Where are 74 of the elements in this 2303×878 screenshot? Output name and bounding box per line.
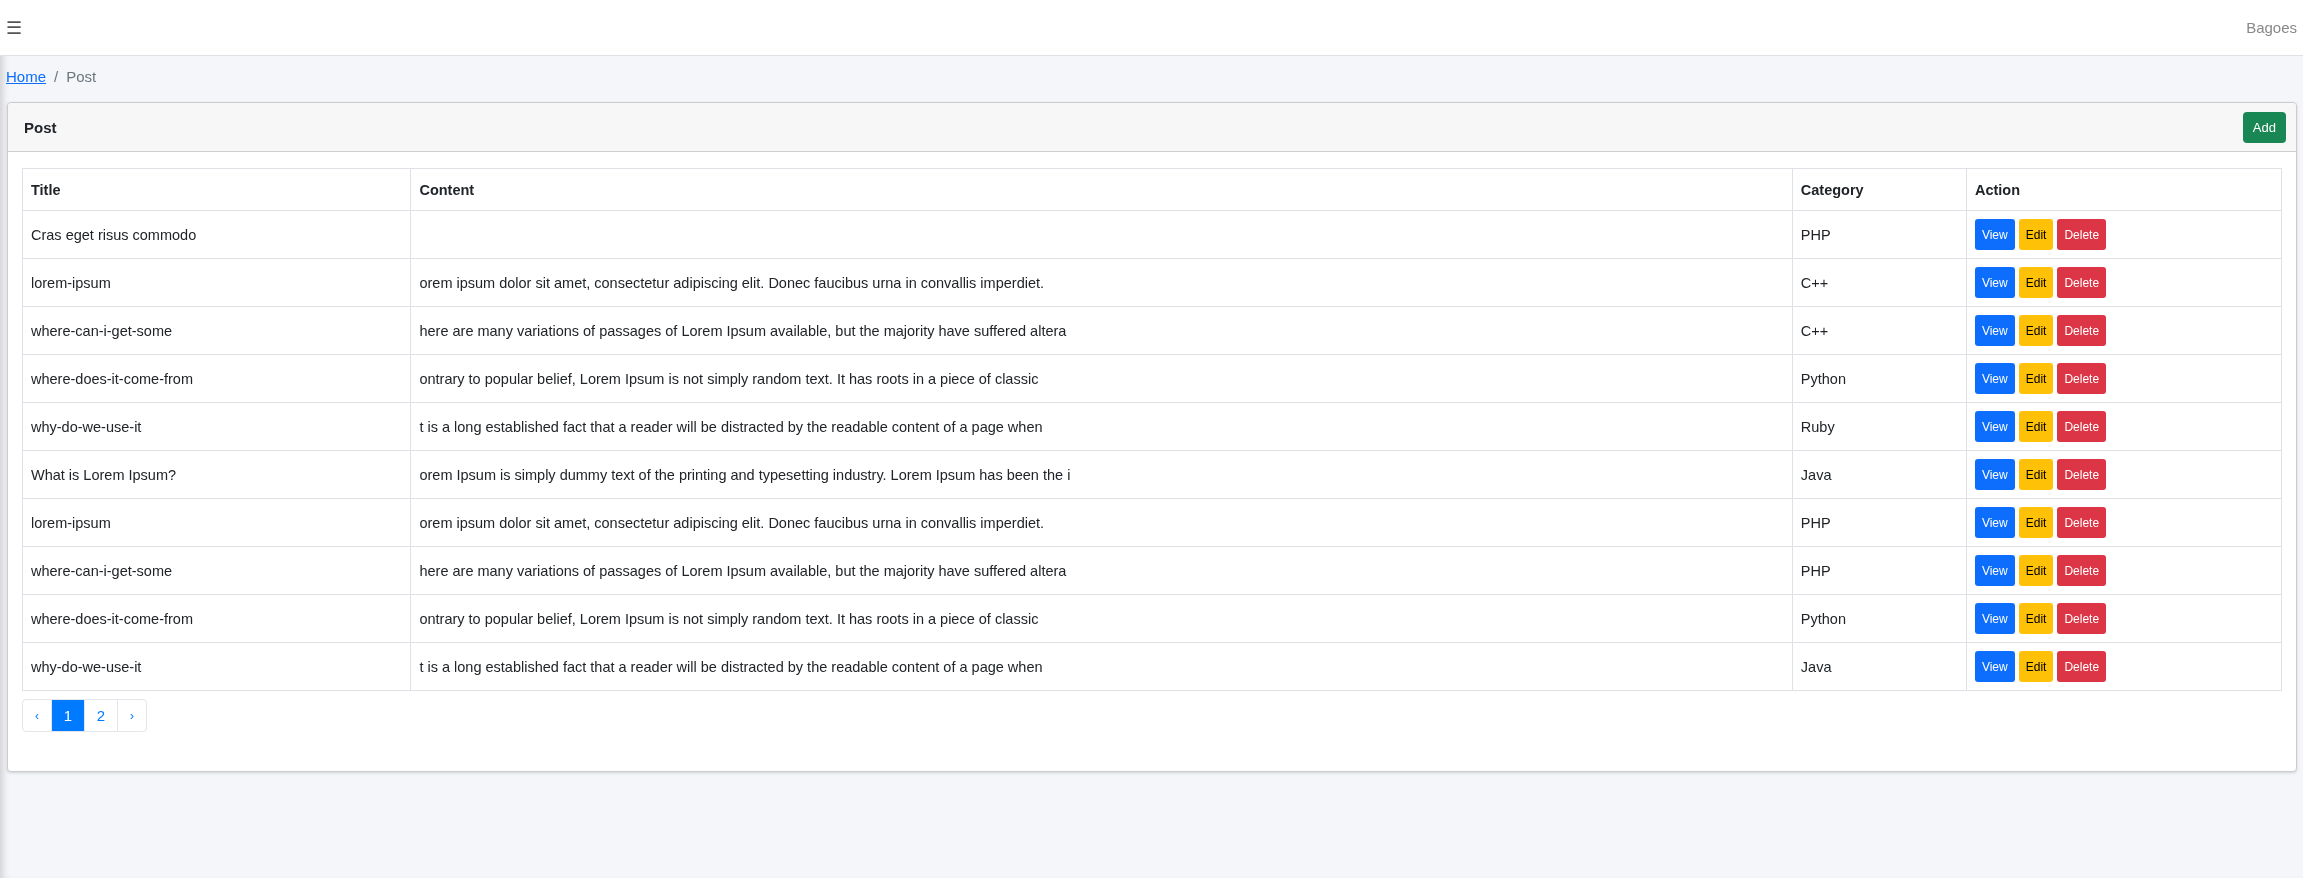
card-title: Post: [24, 118, 57, 136]
delete-button[interactable]: Delete: [2057, 555, 2107, 586]
page-link[interactable]: 2: [84, 699, 118, 732]
table-cell: lorem-ipsum: [22, 258, 411, 307]
column-header: Category: [1792, 168, 1967, 211]
table-cell: orem ipsum dolor sit amet, consectetur adipiscing elit. Donec faucibus urna in convallis imperdiet.: [410, 498, 1793, 547]
table-cell: here are many variations of passages of Lorem Ipsum available, but the majority have suffered altera: [410, 546, 1793, 595]
table-cell: t is a long established fact that a reader will be distracted by the readable content of a page when: [410, 402, 1793, 451]
table-cell: where-can-i-get-some: [22, 306, 411, 355]
table-cell: C++: [1792, 258, 1967, 307]
table-cell: C++: [1792, 306, 1967, 355]
edit-button[interactable]: Edit: [2018, 363, 2054, 394]
view-button[interactable]: View: [1974, 267, 2015, 298]
table-cell: Ruby: [1792, 402, 1967, 451]
edit-button[interactable]: Edit: [2018, 651, 2054, 682]
delete-button[interactable]: Delete: [2057, 411, 2107, 442]
table-cell: here are many variations of passages of Lorem Ipsum available, but the majority have suffered altera: [410, 306, 1793, 355]
table-cell: Python: [1792, 594, 1967, 643]
table-cell: lorem-ipsum: [22, 498, 411, 547]
table-cell: Python: [1792, 354, 1967, 403]
table-cell: t is a long established fact that a reader will be distracted by the readable content of a page when: [410, 642, 1793, 691]
delete-button[interactable]: Delete: [2057, 507, 2107, 538]
view-button[interactable]: View: [1974, 411, 2015, 442]
table-cell: Java: [1792, 642, 1967, 691]
edit-button[interactable]: Edit: [2018, 459, 2054, 490]
table-cell: where-does-it-come-from: [22, 354, 411, 403]
table-cell: why-do-we-use-it: [22, 642, 411, 691]
prev-page-link[interactable]: ‹: [22, 699, 52, 732]
view-button[interactable]: View: [1974, 315, 2015, 346]
view-button[interactable]: View: [1974, 651, 2015, 682]
view-button[interactable]: View: [1974, 507, 2015, 538]
edit-button[interactable]: Edit: [2018, 267, 2054, 298]
delete-button[interactable]: Delete: [2057, 603, 2107, 634]
table-cell: where-can-i-get-some: [22, 546, 411, 595]
column-header: Action: [1966, 168, 2282, 211]
add-button[interactable]: Add: [2242, 111, 2286, 143]
table-cell: What is Lorem Ipsum?: [22, 450, 411, 499]
edit-button[interactable]: Edit: [2018, 315, 2054, 346]
breadcrumb-separator: /: [54, 68, 59, 87]
table-cell: where-does-it-come-from: [22, 594, 411, 643]
breadcrumb-text: Post: [66, 68, 97, 87]
table-cell: ontrary to popular belief, Lorem Ipsum is not simply random text. It has roots in a piece of classic: [410, 354, 1793, 403]
view-button[interactable]: View: [1974, 459, 2015, 490]
page-link[interactable]: 1: [51, 699, 85, 732]
delete-button[interactable]: Delete: [2057, 315, 2107, 346]
view-button[interactable]: View: [1974, 555, 2015, 586]
table-cell: PHP: [1792, 498, 1967, 547]
view-button[interactable]: View: [1974, 219, 2015, 250]
user-name[interactable]: Bagoes: [2246, 19, 2297, 36]
view-button[interactable]: View: [1974, 603, 2015, 634]
delete-button[interactable]: Delete: [2057, 651, 2107, 682]
table-cell: orem ipsum dolor sit amet, consectetur adipiscing elit. Donec faucibus urna in convallis imperdiet.: [410, 258, 1793, 307]
delete-button[interactable]: Delete: [2057, 219, 2107, 250]
table-cell: Java: [1792, 450, 1967, 499]
table-cell: PHP: [1792, 210, 1967, 259]
delete-button[interactable]: Delete: [2057, 267, 2107, 298]
table-cell: ontrary to popular belief, Lorem Ipsum is not simply random text. It has roots in a piece of classic: [410, 594, 1793, 643]
column-header: Title: [22, 168, 411, 211]
table-cell: PHP: [1792, 546, 1967, 595]
table-cell: why-do-we-use-it: [22, 402, 411, 451]
view-button[interactable]: View: [1974, 363, 2015, 394]
edit-button[interactable]: Edit: [2018, 507, 2054, 538]
delete-button[interactable]: Delete: [2057, 363, 2107, 394]
edit-button[interactable]: Edit: [2018, 411, 2054, 442]
edit-button[interactable]: Edit: [2018, 219, 2054, 250]
edit-button[interactable]: Edit: [2018, 555, 2054, 586]
breadcrumb-link[interactable]: Home: [6, 68, 46, 92]
table-cell: Cras eget risus commodo: [22, 210, 411, 259]
table-cell: orem Ipsum is simply dummy text of the printing and typesetting industry. Lorem Ipsum has been the i: [410, 450, 1793, 499]
edit-button[interactable]: Edit: [2018, 603, 2054, 634]
next-page-link[interactable]: ›: [117, 699, 147, 732]
menu-icon[interactable]: ☰: [6, 16, 22, 39]
delete-button[interactable]: Delete: [2057, 459, 2107, 490]
column-header: Content: [410, 168, 1793, 211]
